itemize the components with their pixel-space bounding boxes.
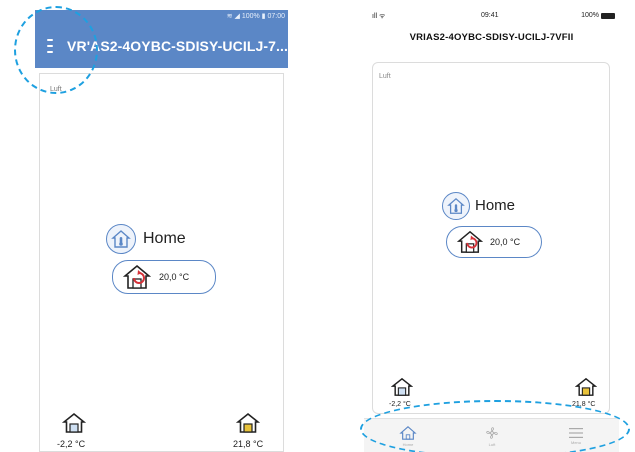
setpoint-pill[interactable]: 20,0 °C <box>446 226 542 258</box>
heating-house-icon <box>123 264 151 289</box>
home-zone-icon[interactable] <box>106 224 136 254</box>
outdoor-house-icon <box>62 412 86 433</box>
home-tab-icon <box>399 426 417 440</box>
battery-percent: 100% <box>581 12 599 19</box>
outdoor-house-icon <box>391 377 413 396</box>
tab-menu-label: Menu <box>570 440 581 445</box>
indoor-temp: 21,8 °C <box>572 401 596 408</box>
tab-home[interactable]: Home <box>378 419 438 452</box>
ios-content-panel: Luft Home 20,0 °C -2,2 °C 21,8 °C <box>372 62 610 414</box>
indoor-house-icon <box>575 377 597 396</box>
home-label: Home <box>143 230 186 247</box>
heating-house-icon <box>457 230 483 253</box>
device-title: VR'AS2-4OYBC-SDISY-UCILJ-7... <box>67 37 288 54</box>
panel-label-luft: Luft <box>50 86 62 93</box>
hamburger-menu-icon[interactable] <box>47 38 54 53</box>
tab-home-label: Home <box>402 442 414 447</box>
setpoint-pill[interactable]: 20,0 °C <box>112 260 216 294</box>
outdoor-temp: -2,2 °C <box>389 401 411 408</box>
device-title: VRIAS2-4OYBC-SDISY-UCILJ-7VFII <box>409 32 574 43</box>
home-label: Home <box>475 197 516 214</box>
home-zone-icon[interactable] <box>442 192 470 220</box>
panel-label-luft: Luft <box>379 73 391 80</box>
android-phone-screen: ≋ ◢ 100% ▮ 07:00 VR'AS2-4OYBC-SDISY-UCIL… <box>35 10 288 452</box>
ios-status-bar: ıll ᯤ 09:41 100% <box>364 10 619 24</box>
android-status-bar: ≋ ◢ 100% ▮ 07:00 <box>35 10 288 23</box>
ios-phone-screen: ıll ᯤ 09:41 100% VRIAS2-4OYBC-SDISY-UCIL… <box>364 10 619 452</box>
ios-tab-bar: Home Luft Menu <box>364 418 619 452</box>
tab-menu[interactable]: Menu <box>546 419 606 452</box>
battery-icon <box>601 13 615 19</box>
tab-luft-label: Luft <box>488 442 496 447</box>
outdoor-temp: -2,2 °C <box>57 439 86 449</box>
menu-tab-icon <box>569 428 583 438</box>
signal-indicator: ıll ᯤ <box>372 13 386 20</box>
fan-tab-icon <box>486 427 498 439</box>
android-app-bar: VR'AS2-4OYBC-SDISY-UCILJ-7... <box>35 23 288 68</box>
setpoint-value: 20,0 °C <box>490 237 521 247</box>
ios-clock: 09:41 <box>481 12 499 19</box>
setpoint-value: 20,0 °C <box>159 272 190 282</box>
android-content-panel: Luft Home 20,0 °C -2,2 °C 21,8 °C <box>39 73 284 452</box>
indoor-house-icon <box>236 412 260 433</box>
indoor-temp: 21,8 °C <box>233 439 264 449</box>
tab-luft[interactable]: Luft <box>462 419 522 452</box>
